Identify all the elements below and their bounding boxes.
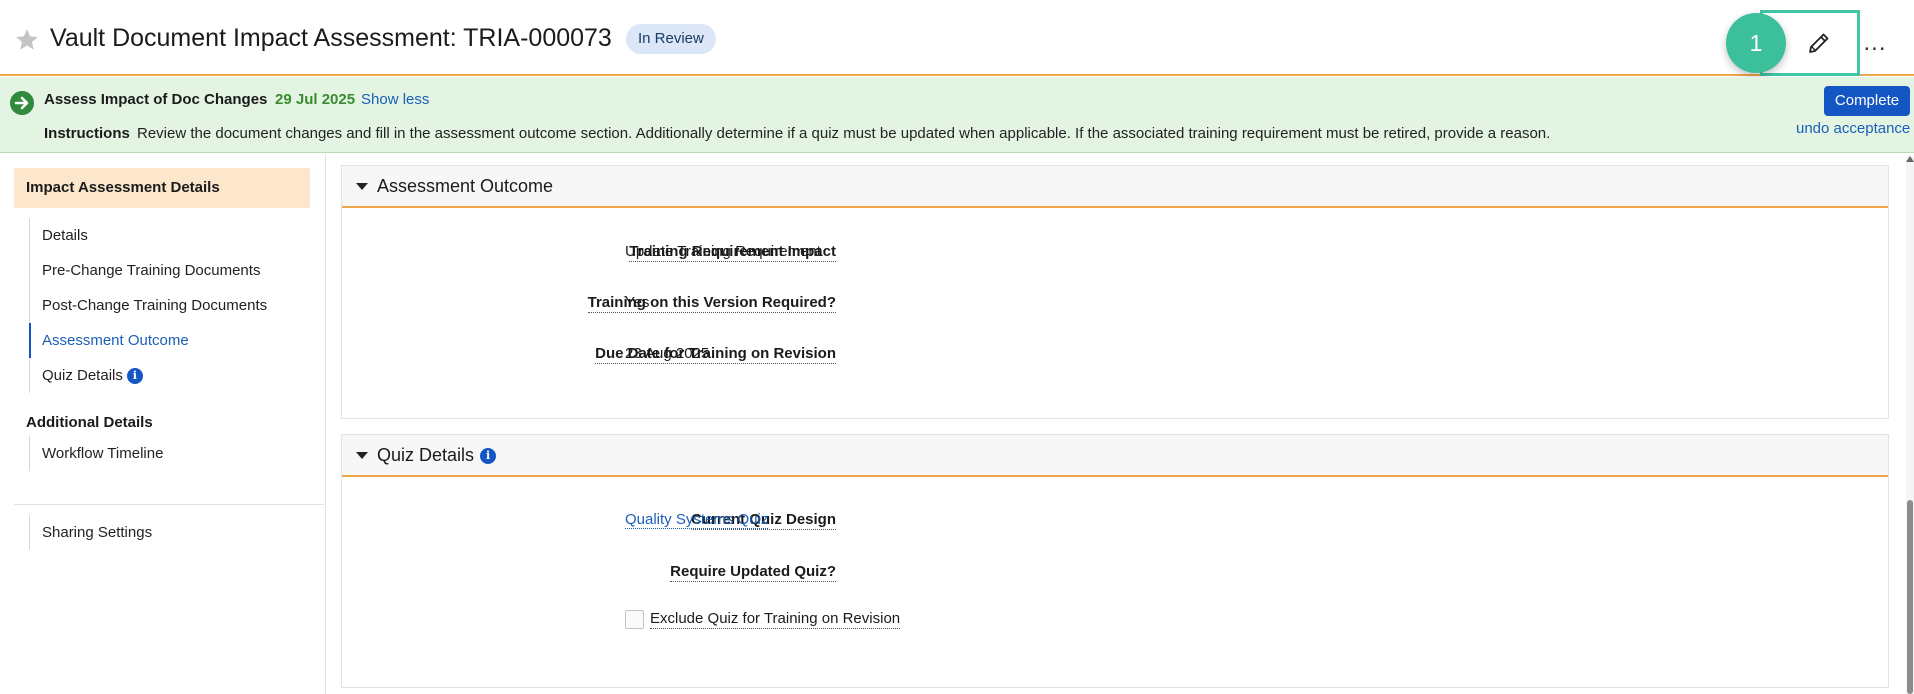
caret-down-icon [356,452,368,459]
instructions-text: Review the document changes and fill in … [137,125,1551,142]
arrow-right-icon [10,91,34,115]
assessment-outcome-panel: Assessment Outcome Training Requirement … [341,165,1889,419]
sidebar-group-impact: Details Pre-Change Training Documents Po… [29,218,267,393]
exclude-quiz-label: Exclude Quiz for Training on Revision [650,610,901,629]
sidebar-heading-additional-details[interactable]: Additional Details [26,414,153,431]
complete-button[interactable]: Complete [1824,86,1910,116]
field-label-require-updated-quiz: Require Updated Quiz? [670,563,836,582]
section-nav-sidebar: Impact Assessment Details Details Pre-Ch… [0,154,326,694]
assessment-outcome-header[interactable]: Assessment Outcome [342,166,1888,208]
field-value-training-version-required: Yes [625,294,650,311]
quiz-details-title-text: Quiz Details [377,445,475,465]
sidebar-section-impact-assessment-details[interactable]: Impact Assessment Details [14,168,310,208]
field-value-training-requirement-impact: Update Training Requirement [625,243,821,260]
edit-pencil-icon[interactable] [1802,26,1836,60]
task-banner: Assess Impact of Doc Changes 29 Jul 2025… [0,77,1914,153]
task-name: Assess Impact of Doc Changes [44,91,268,108]
sidebar-item-workflow-timeline[interactable]: Workflow Timeline [30,436,163,471]
task-due-date: 29 Jul 2025 [275,91,356,108]
sidebar-item-details[interactable]: Details [30,218,267,253]
sidebar-item-post-change-training-documents[interactable]: Post-Change Training Documents [30,288,267,323]
sidebar-item-assessment-outcome[interactable]: Assessment Outcome [29,323,267,358]
more-actions-button[interactable]: ... [1862,30,1888,56]
sidebar-group-additional: Workflow Timeline [29,436,163,471]
scrollbar-thumb[interactable] [1907,500,1913,694]
info-icon[interactable]: i [480,448,497,465]
field-value-due-date-training: 23 Aug 2025 [625,345,710,362]
caret-down-icon [356,183,368,190]
current-quiz-design-link[interactable]: Quality Systems Quiz [625,511,769,529]
undo-acceptance-link[interactable]: undo acceptance [1796,120,1910,137]
step-marker: 1 [1726,13,1786,73]
sidebar-divider [14,504,324,505]
star-icon[interactable] [14,27,40,53]
assessment-outcome-title: Assessment Outcome [377,176,554,196]
sidebar-group-footer: Sharing Settings [29,515,152,550]
info-icon: i [126,368,143,385]
scroll-up-arrow-icon[interactable] [1906,156,1914,162]
quiz-details-header[interactable]: Quiz Details i [342,435,1888,477]
show-less-link[interactable]: Show less [361,91,429,108]
quiz-details-title: Quiz Details i [377,445,497,466]
sidebar-item-sharing-settings[interactable]: Sharing Settings [30,515,152,550]
sidebar-item-label: Quiz Details [42,367,123,384]
page-title: Vault Document Impact Assessment: TRIA-0… [50,24,612,52]
record-header: Vault Document Impact Assessment: TRIA-0… [0,0,1914,76]
exclude-quiz-checkbox[interactable] [625,610,644,629]
sidebar-item-pre-change-training-documents[interactable]: Pre-Change Training Documents [30,253,267,288]
status-badge: In Review [626,24,716,54]
quiz-details-panel: Quiz Details i Current Quiz Design Qualit… [341,434,1889,688]
sidebar-item-quiz-details[interactable]: Quiz Details i [30,358,267,393]
instructions-label: Instructions [44,125,130,142]
